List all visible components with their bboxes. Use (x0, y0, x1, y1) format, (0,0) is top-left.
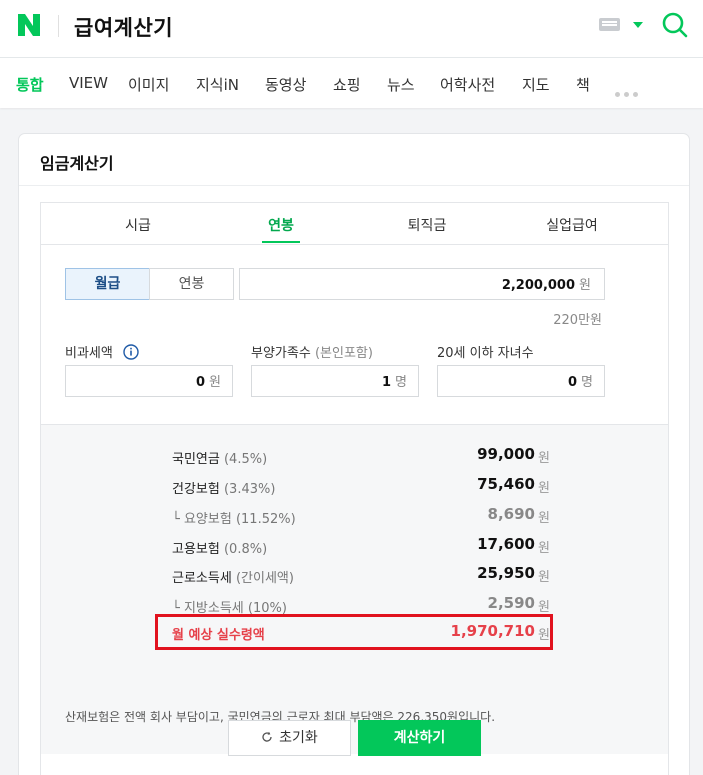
nav-tab-kin[interactable]: 지식iN (196, 74, 239, 95)
salary-unit: 원 (579, 278, 591, 293)
card-title: 임금계산기 (40, 154, 114, 173)
refresh-icon (262, 731, 272, 742)
dependents-label: 부양가족수 (본인포함) (251, 342, 373, 361)
active-tab-underline (262, 241, 300, 243)
keyboard-icon[interactable] (599, 18, 620, 31)
nav-tab-dictionary[interactable]: 어학사전 (440, 74, 495, 95)
net-pay-label: 월 예상 실수령액 (172, 628, 265, 643)
deduction-unit: 원 (538, 570, 550, 585)
nav-tab-video[interactable]: 동영상 (265, 74, 306, 95)
deduction-value: 17,600 (477, 535, 535, 553)
deduction-value: 75,460 (477, 475, 535, 493)
calculator-panel: 시급 연봉 퇴직금 실업급여 월급 연봉 2,200,000 원 220만원 비과… (40, 202, 669, 775)
deduction-label: └ 요양보험 (11.52%) (172, 512, 296, 527)
deduction-value: 99,000 (477, 445, 535, 463)
deduction-unit: 원 (538, 451, 550, 466)
toggle-annual[interactable]: 연봉 (149, 268, 234, 300)
search-header: 급여계산기 (0, 0, 703, 58)
dependents-label-sub: (본인포함) (314, 346, 373, 361)
info-icon[interactable] (123, 344, 139, 360)
salary-hint: 220만원 (553, 313, 602, 328)
tab-annual[interactable]: 연봉 (268, 215, 294, 235)
dependents-value: 1 (381, 375, 392, 390)
nontax-input[interactable]: 0원 (65, 365, 233, 397)
nontax-label: 비과세액 (65, 342, 139, 361)
more-icon[interactable] (615, 82, 642, 101)
net-pay-value: 1,970,710 (450, 622, 535, 640)
deduction-unit: 원 (538, 541, 550, 556)
nontax-unit: 원 (209, 375, 221, 390)
period-toggle: 월급 연봉 (65, 268, 235, 300)
deduction-label: 국민연금 (4.5%) (172, 452, 268, 467)
toggle-monthly[interactable]: 월급 (65, 268, 150, 300)
search-icon[interactable] (661, 11, 689, 39)
deduction-unit: 원 (538, 481, 550, 496)
tab-hourly[interactable]: 시급 (125, 215, 151, 235)
caret-down-icon[interactable] (633, 22, 643, 28)
tab-severance[interactable]: 퇴직금 (408, 215, 447, 235)
deduction-label: 고용보험 (0.8%) (172, 542, 268, 557)
deduction-value: 2,590 (487, 594, 535, 612)
dependents-label-text: 부양가족수 (251, 346, 311, 361)
search-tabs: 통합 VIEW 이미지 지식iN 동영상 쇼핑 뉴스 어학사전 지도 책 (0, 58, 703, 108)
nav-tab-books[interactable]: 책 (576, 74, 590, 95)
children-input[interactable]: 0명 (437, 365, 605, 397)
wage-calculator-card: 임금계산기 시급 연봉 퇴직금 실업급여 월급 연봉 2,200,000 원 22… (18, 133, 690, 775)
deduction-label: 건강보험 (3.43%) (172, 482, 276, 497)
nav-tab-view[interactable]: VIEW (69, 74, 108, 92)
deduction-value: 8,690 (487, 505, 535, 523)
deduction-value: 25,950 (477, 564, 535, 582)
nav-tab-images[interactable]: 이미지 (128, 74, 169, 95)
nav-tab-map[interactable]: 지도 (522, 74, 550, 95)
nontax-value: 0 (195, 375, 206, 390)
dependents-unit: 명 (395, 375, 407, 390)
salary-input[interactable]: 2,200,000 원 (239, 268, 605, 300)
notice-band: 산재보험은 전액 회사 부담이고, 국민연금의 근로자 최대 부담액은 226,… (41, 704, 668, 754)
net-pay-unit: 원 (538, 628, 550, 643)
reset-label: 초기화 (279, 730, 318, 746)
result-panel: 국민연금 (4.5%) 99,000 원 건강보험 (3.43%) 75,460… (41, 424, 668, 704)
deduction-unit: 원 (538, 600, 550, 615)
nontax-label-text: 비과세액 (65, 346, 113, 361)
salary-value: 2,200,000 (501, 278, 576, 293)
children-label: 20세 이하 자녀수 (437, 346, 534, 361)
children-unit: 명 (581, 375, 593, 390)
calculator-tabs: 시급 연봉 퇴직금 실업급여 (41, 203, 668, 245)
header-divider (58, 15, 59, 37)
nav-tab-shopping[interactable]: 쇼핑 (333, 74, 361, 95)
deduction-label: 근로소득세 (간이세액) (172, 571, 294, 586)
reset-button[interactable]: 초기화 (228, 720, 351, 756)
calculate-button[interactable]: 계산하기 (358, 720, 481, 756)
nav-tab-news[interactable]: 뉴스 (387, 74, 415, 95)
nav-tab-integrated[interactable]: 통합 (16, 74, 44, 95)
deduction-unit: 원 (538, 511, 550, 526)
dependents-input[interactable]: 1명 (251, 365, 419, 397)
tab-unemployment[interactable]: 실업급여 (546, 215, 598, 235)
children-value: 0 (567, 375, 578, 390)
naver-logo-icon[interactable] (16, 12, 42, 38)
card-divider (19, 185, 689, 186)
search-query[interactable]: 급여계산기 (74, 12, 173, 42)
